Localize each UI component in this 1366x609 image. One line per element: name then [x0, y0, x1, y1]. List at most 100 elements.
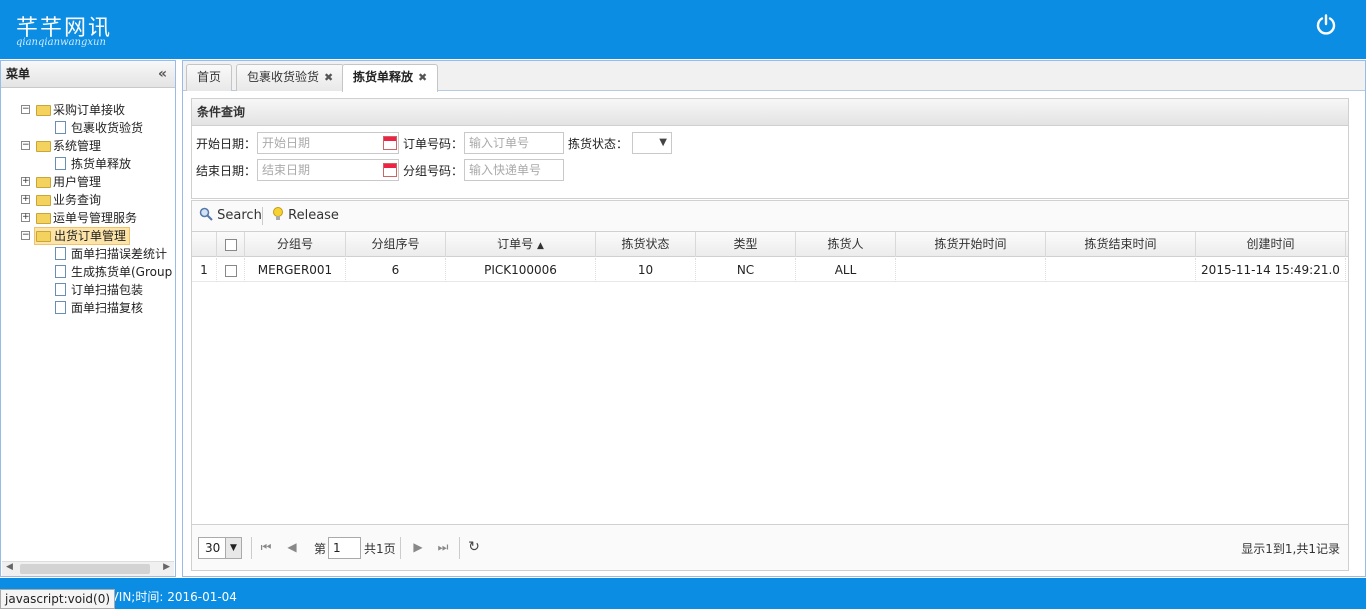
- collapse-node-icon[interactable]: −: [21, 141, 30, 150]
- order-no-label: 订单号码：: [403, 137, 464, 151]
- pick-status-select[interactable]: ▼: [632, 132, 672, 154]
- scrollbar-thumb[interactable]: [20, 564, 150, 574]
- tree-folder-node[interactable]: − 出货订单管理: [1, 227, 175, 245]
- col-header-type[interactable]: 类型: [696, 232, 796, 257]
- tree-node-label: 包裹收货验货: [71, 121, 144, 135]
- tree-folder-node[interactable]: − 系统管理: [1, 137, 175, 155]
- start-date-label: 开始日期：: [196, 137, 257, 151]
- col-header-pick-start[interactable]: 拣货开始时间: [896, 232, 1046, 257]
- page-number-input[interactable]: 1: [328, 537, 361, 559]
- col-header-picker[interactable]: 拣货人: [796, 232, 896, 257]
- col-header-pick-status[interactable]: 拣货状态: [596, 232, 696, 257]
- query-title: 条件查询: [192, 99, 1348, 126]
- cell-pick-end: [1046, 258, 1196, 282]
- tab-home[interactable]: 首页: [186, 64, 233, 91]
- collapse-node-icon[interactable]: −: [21, 105, 30, 114]
- tree-leaf-node[interactable]: 包裹收货验货: [1, 119, 175, 137]
- row-checkbox-cell[interactable]: [217, 258, 245, 282]
- tree-folder-node[interactable]: + 运单号管理服务: [1, 209, 175, 227]
- row-checkbox[interactable]: [224, 264, 237, 277]
- col-header-created[interactable]: 创建时间: [1196, 232, 1346, 257]
- close-icon[interactable]: ✖: [418, 71, 427, 84]
- page-prefix: 第: [314, 542, 327, 556]
- grid-toolbar: Search Release: [192, 201, 1348, 232]
- end-date-label: 结束日期：: [196, 164, 257, 178]
- col-header-order-no[interactable]: 订单号 ▲: [446, 232, 596, 257]
- tab-package-receive[interactable]: 包裹收货验货 ✖: [236, 64, 345, 91]
- first-page-icon[interactable]: ⏮: [258, 537, 274, 557]
- cell-created: 2015-11-14 15:49:21.0: [1196, 258, 1346, 282]
- tree-node-label: 订单扫描包装: [71, 283, 144, 297]
- select-all-checkbox-cell[interactable]: [217, 232, 245, 257]
- close-icon[interactable]: ✖: [324, 71, 333, 84]
- tree-leaf-node[interactable]: 订单扫描包装: [1, 281, 175, 299]
- refresh-icon[interactable]: ↻: [466, 537, 482, 557]
- sort-asc-icon: ▲: [536, 241, 544, 251]
- col-header-group-seq[interactable]: 分组序号: [346, 232, 446, 257]
- scroll-right-icon[interactable]: ▶: [163, 562, 170, 572]
- tree-leaf-node[interactable]: 生成拣货单(Group: [1, 263, 175, 281]
- last-page-icon[interactable]: ⏭: [435, 537, 451, 557]
- tree-node-label: 运单号管理服务: [53, 211, 138, 225]
- tree-folder-node[interactable]: + 用户管理: [1, 173, 175, 191]
- tree-node-label: 采购订单接收: [53, 103, 126, 117]
- grid-header: 分组号 分组序号 订单号 ▲ 拣货状态 类型 拣货人 拣货开始时间 拣货结束时间…: [192, 232, 1348, 257]
- cell-group-seq: 6: [346, 258, 446, 282]
- page-total: 共1页: [364, 542, 396, 556]
- release-button[interactable]: Release: [272, 201, 339, 231]
- folder-icon: [36, 141, 51, 152]
- footer-text: EVIN;时间: 2016-01-04: [103, 590, 237, 604]
- tree-folder-node[interactable]: − 采购订单接收: [1, 101, 175, 119]
- cell-type: NC: [696, 258, 796, 282]
- document-icon: [55, 265, 66, 278]
- calendar-icon[interactable]: [383, 136, 397, 150]
- order-no-input[interactable]: 输入订单号: [464, 132, 564, 154]
- tree-leaf-node[interactable]: 面单扫描误差统计: [1, 245, 175, 263]
- tree-leaf-node[interactable]: 拣货单释放: [1, 155, 175, 173]
- col-header-group-no[interactable]: 分组号: [245, 232, 346, 257]
- horizontal-scrollbar[interactable]: ◀ ▶: [2, 561, 174, 576]
- tree-node-label: 面单扫描误差统计: [71, 247, 168, 261]
- collapse-icon[interactable]: «: [158, 61, 167, 88]
- chevron-down-icon: ▼: [225, 538, 241, 558]
- folder-icon: [36, 177, 51, 188]
- table-row[interactable]: 1 MERGER001 6 PICK100006 10 NC ALL 2015-…: [192, 258, 1348, 282]
- folder-icon: [36, 231, 51, 242]
- folder-icon: [36, 213, 51, 224]
- status-tooltip: javascript:void(0): [0, 589, 116, 609]
- collapse-node-icon[interactable]: −: [21, 231, 30, 240]
- tab-pick-release[interactable]: 拣货单释放 ✖: [342, 64, 439, 92]
- start-date-input[interactable]: 开始日期: [257, 132, 399, 154]
- page-size-select[interactable]: 30 ▼: [198, 537, 242, 559]
- tree-node-label: 生成拣货单(Group: [71, 265, 173, 279]
- tree-folder-node[interactable]: + 业务查询: [1, 191, 175, 209]
- select-all-checkbox[interactable]: [224, 238, 237, 251]
- cell-group-no: MERGER001: [245, 258, 346, 282]
- prev-page-icon[interactable]: ◀: [284, 537, 300, 557]
- tree-leaf-node[interactable]: 面单扫描复核: [1, 299, 175, 317]
- tree-node-label: 用户管理: [53, 175, 102, 189]
- row-number: 1: [192, 258, 217, 282]
- power-icon[interactable]: [1314, 13, 1338, 37]
- scroll-left-icon[interactable]: ◀: [6, 562, 13, 572]
- group-no-input[interactable]: 输入快递单号: [464, 159, 564, 181]
- page-size-value: 30: [205, 541, 221, 555]
- expand-icon[interactable]: +: [21, 213, 30, 222]
- expand-icon[interactable]: +: [21, 177, 30, 186]
- search-label: Search: [217, 208, 262, 223]
- col-header-pick-end[interactable]: 拣货结束时间: [1046, 232, 1196, 257]
- logo-subtitle: qianqianwangxun: [16, 37, 106, 48]
- query-panel: 条件查询 开始日期： 开始日期 订单号码： 输入订单号 拣货状态： ▼ 结束日期…: [191, 98, 1349, 199]
- pager-summary: 显示1到1,共1记录: [1241, 542, 1340, 556]
- end-date-input[interactable]: 结束日期: [257, 159, 399, 181]
- document-icon: [55, 283, 66, 296]
- next-page-icon[interactable]: ▶: [410, 537, 426, 557]
- calendar-icon[interactable]: [383, 163, 397, 177]
- release-label: Release: [288, 208, 339, 223]
- document-icon: [55, 301, 66, 314]
- expand-icon[interactable]: +: [21, 195, 30, 204]
- main-panel: 首页 包裹收货验货 ✖ 拣货单释放 ✖ 条件查询 开始日期： 开始日期 订单号码： …: [182, 60, 1366, 577]
- cell-pick-start: [896, 258, 1046, 282]
- search-button[interactable]: Search: [199, 201, 262, 231]
- row-number-header: [192, 232, 217, 257]
